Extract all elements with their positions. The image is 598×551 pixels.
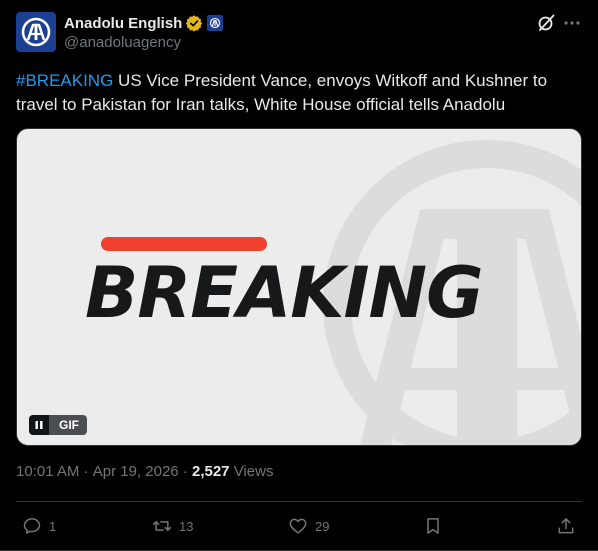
verified-badge-icon[interactable] <box>185 14 203 32</box>
tweet-text: #BREAKING US Vice President Vance, envoy… <box>16 69 582 117</box>
repost-icon <box>152 521 172 531</box>
share-icon <box>558 518 574 534</box>
more-options-icon[interactable] <box>562 13 582 33</box>
bookmark-icon <box>427 518 439 534</box>
tweet-meta: 10:01 AM · Apr 19, 2026 · 2,527 Views <box>16 463 273 480</box>
tweet-timestamp[interactable]: 10:01 AM <box>16 463 79 480</box>
like-button[interactable]: 29 <box>288 514 329 538</box>
gif-badge: GIF <box>49 415 87 435</box>
heart-icon <box>289 518 307 534</box>
reply-icon <box>23 518 41 534</box>
affiliate-badge-icon[interactable] <box>207 15 224 31</box>
grok-icon[interactable] <box>536 13 556 33</box>
tweet-date[interactable]: Apr 19, 2026 <box>93 463 179 480</box>
views-count: 2,527 <box>191 463 230 480</box>
meta-separator-2: · <box>178 463 192 480</box>
tweet-article: Anadolu English @anadoluagency #BREAKING… <box>0 0 598 551</box>
reply-count: 1 <box>49 518 57 534</box>
author-display-name[interactable]: Anadolu English <box>64 15 182 32</box>
meta-separator: · <box>79 463 93 480</box>
author-avatar[interactable] <box>16 12 56 52</box>
share-button[interactable] <box>556 514 576 538</box>
breaking-headline: BREAKING <box>85 252 484 334</box>
author-name-row: Anadolu English <box>64 13 224 33</box>
like-count: 29 <box>315 518 330 534</box>
repost-button[interactable]: 13 <box>152 514 193 538</box>
breaking-accent-bar <box>101 237 267 251</box>
anadolu-logo-icon <box>21 17 51 47</box>
author-handle[interactable]: @anadoluagency <box>64 34 181 51</box>
hashtag-link[interactable]: #BREAKING <box>16 71 113 90</box>
repost-count: 13 <box>179 518 194 534</box>
pause-icon <box>35 421 43 429</box>
divider <box>16 501 582 502</box>
media-gif[interactable]: BREAKING GIF <box>16 128 582 446</box>
views-label: Views <box>229 463 274 480</box>
reply-button[interactable]: 1 <box>22 514 56 538</box>
pause-button[interactable] <box>29 415 49 435</box>
gif-controls: GIF <box>29 415 87 435</box>
bookmark-button[interactable] <box>423 514 443 538</box>
